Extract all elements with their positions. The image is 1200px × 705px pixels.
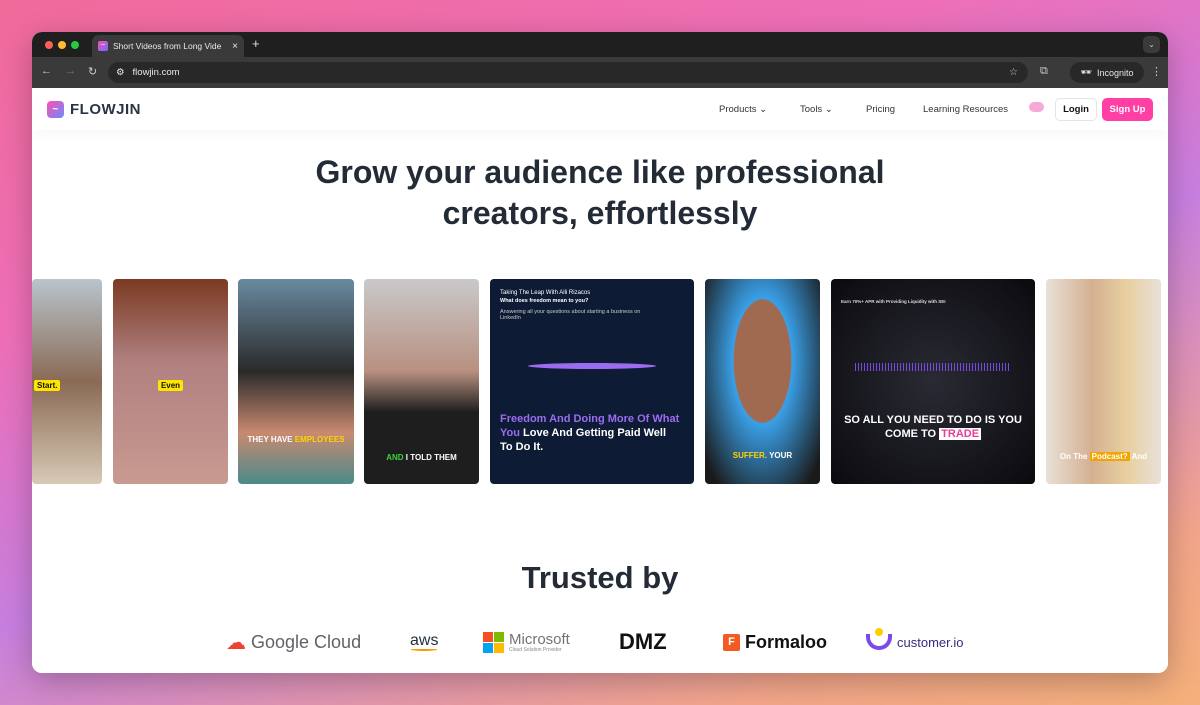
logo[interactable]: ~ FLOWJIN — [47, 101, 141, 118]
address-bar[interactable]: ⚙ flowjin.com ☆ — [108, 62, 1028, 83]
video-caption: Even — [157, 380, 184, 391]
chevron-down-icon: ⌄ — [824, 104, 833, 115]
back-icon[interactable]: ← — [41, 65, 52, 77]
maximize-window-button[interactable] — [71, 41, 79, 49]
nav-label: Products — [719, 104, 757, 115]
waveform — [855, 363, 1011, 371]
video-card[interactable]: Even — [113, 279, 228, 484]
nav-label: Tools — [800, 104, 823, 115]
aws-logo: aws — [410, 631, 439, 651]
nav-learning-resources[interactable]: Learning Resources — [923, 104, 1008, 115]
browser-window: ~ Short Videos from Long Vide × + ⌄ ← → … — [32, 32, 1168, 673]
video-card[interactable]: SUFFER. YOUR — [705, 279, 820, 484]
video-text: Earn 70%+ APR with Providing Liquidity w… — [841, 299, 946, 304]
video-card[interactable]: On The Podcast? And — [1046, 279, 1161, 484]
site-settings-icon[interactable]: ⚙ — [116, 67, 125, 78]
site-header: ~ FLOWJIN Products ⌄ Tools ⌄ Pricing Lear… — [32, 88, 1168, 130]
tab-bar: ~ Short Videos from Long Vide × + ⌄ — [32, 32, 1168, 57]
theme-toggle-icon[interactable] — [1029, 102, 1044, 112]
hero-title: Grow your audience like professional crea… — [315, 154, 885, 231]
formaloo-logo: F Formaloo — [723, 627, 827, 657]
video-card[interactable]: THEY HAVE EMPLOYEES — [238, 279, 354, 484]
signup-button[interactable]: Sign Up — [1102, 98, 1153, 121]
video-card[interactable]: Taking The Leap With Alli Rizacos What d… — [490, 279, 694, 484]
incognito-label: Incognito — [1096, 67, 1134, 78]
incognito-badge[interactable]: 🕶 Incognito — [1070, 62, 1144, 83]
waveform — [528, 363, 656, 369]
dmz-logo: DMZ — [619, 629, 667, 654]
partner-logos: ☁ Google Cloud aws Microsoft Cloud Solutio… — [32, 627, 1168, 657]
page: ~ FLOWJIN Products ⌄ Tools ⌄ Pricing Lear… — [32, 88, 1168, 673]
reload-icon[interactable]: ↻ — [88, 65, 97, 78]
nav-products[interactable]: Products ⌄ — [719, 104, 767, 115]
video-caption: Start. — [34, 380, 61, 391]
url-text: flowjin.com — [132, 67, 180, 78]
video-card[interactable]: AND I TOLD THEM — [364, 279, 479, 484]
nav-tools[interactable]: Tools ⌄ — [800, 104, 833, 115]
flowjin-logo-icon: ~ — [47, 101, 64, 118]
minimize-window-button[interactable] — [58, 41, 66, 49]
browser-tab[interactable]: ~ Short Videos from Long Vide × — [92, 35, 244, 57]
video-card[interactable]: Start. — [32, 279, 102, 484]
forward-icon[interactable]: → — [65, 65, 76, 77]
login-button[interactable]: Login — [1055, 98, 1097, 121]
browser-menu-icon[interactable]: ⋮ — [1151, 65, 1162, 78]
google-cloud-logo: ☁ Google Cloud — [226, 631, 362, 654]
logo-text: FLOWJIN — [70, 101, 141, 118]
chevron-down-icon: ⌄ — [759, 104, 768, 115]
incognito-icon: 🕶 — [1080, 67, 1092, 77]
flowjin-favicon-icon: ~ — [98, 41, 108, 51]
new-tab-icon[interactable]: + — [252, 36, 260, 51]
tab-search-chevron-icon[interactable]: ⌄ — [1143, 36, 1160, 53]
video-text: Taking The Leap With Alli Rizacos What d… — [500, 290, 641, 321]
bookmark-star-icon[interactable]: ☆ — [1009, 67, 1018, 78]
extensions-icon[interactable]: ⧉ — [1040, 65, 1048, 78]
close-tab-icon[interactable]: × — [232, 41, 238, 52]
video-card[interactable]: Earn 70%+ APR with Providing Liquidity w… — [831, 279, 1035, 484]
nav-pricing[interactable]: Pricing — [866, 104, 895, 115]
trusted-by-title: Trusted by — [521, 560, 679, 595]
customerio-logo: customer.io — [866, 627, 963, 657]
video-quote: Freedom And Doing More Of What You Love … — [500, 413, 680, 453]
close-window-button[interactable] — [45, 41, 53, 49]
tab-title: Short Videos from Long Vide — [113, 41, 222, 51]
microsoft-logo: Microsoft Cloud Solution Provider — [483, 627, 570, 657]
browser-toolbar: ← → ↻ ⚙ flowjin.com ☆ ⧉ 🕶 Incognito ⋮ — [32, 57, 1168, 88]
